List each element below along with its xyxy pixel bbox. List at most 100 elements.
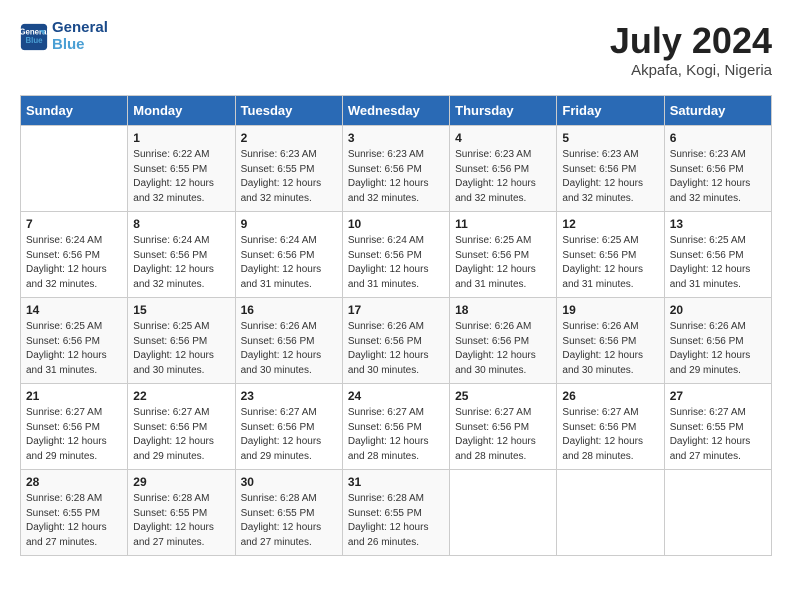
day-info: Sunrise: 6:27 AM Sunset: 6:56 PM Dayligh…	[26, 406, 122, 464]
day-info: Sunrise: 6:22 AM Sunset: 6:55 PM Dayligh…	[133, 148, 229, 206]
day-info: Sunrise: 6:23 AM Sunset: 6:56 PM Dayligh…	[348, 148, 444, 206]
day-number: 5	[562, 131, 658, 145]
calendar-cell	[21, 126, 128, 212]
day-info: Sunrise: 6:26 AM Sunset: 6:56 PM Dayligh…	[670, 320, 766, 378]
day-info: Sunrise: 6:26 AM Sunset: 6:56 PM Dayligh…	[455, 320, 551, 378]
day-number: 22	[133, 389, 229, 403]
calendar-cell: 3 Sunrise: 6:23 AM Sunset: 6:56 PM Daylig…	[342, 126, 449, 212]
calendar-cell: 16Sunrise: 6:26 AM Sunset: 6:56 PM Dayli…	[235, 298, 342, 384]
calendar-cell: 5 Sunrise: 6:23 AM Sunset: 6:56 PM Daylig…	[557, 126, 664, 212]
day-info: Sunrise: 6:24 AM Sunset: 6:56 PM Dayligh…	[26, 234, 122, 292]
day-info: Sunrise: 6:25 AM Sunset: 6:56 PM Dayligh…	[133, 320, 229, 378]
day-info: Sunrise: 6:25 AM Sunset: 6:56 PM Dayligh…	[562, 234, 658, 292]
calendar-cell: 23 Sunrise: 6:27 AM Sunset: 6:56 PM Dayli…	[235, 384, 342, 470]
day-number: 11	[455, 217, 551, 231]
day-number: 15	[133, 303, 229, 317]
logo-icon: General Blue	[20, 23, 48, 51]
day-number: 2	[241, 131, 337, 145]
calendar-cell: 15 Sunrise: 6:25 AM Sunset: 6:56 PM Dayli…	[128, 298, 235, 384]
day-number: 30	[241, 475, 337, 489]
day-info: Sunrise: 6:26 AM Sunset: 6:56 PM Dayligh…	[348, 320, 444, 378]
col-header-sunday: Sunday	[21, 96, 128, 126]
logo-general: General	[52, 20, 108, 37]
location: Akpafa, Kogi, Nigeria	[610, 62, 772, 79]
day-info: Sunrise: 6:24 AM Sunset: 6:56 PM Dayligh…	[348, 234, 444, 292]
day-info: Sunrise: 6:24 AM Sunset: 6:56 PM Dayligh…	[133, 234, 229, 292]
calendar-cell: 28 Sunrise: 6:28 AM Sunset: 6:55 PM Dayli…	[21, 470, 128, 556]
calendar-cell	[664, 470, 771, 556]
day-info: Sunrise: 6:28 AM Sunset: 6:55 PM Dayligh…	[26, 492, 122, 550]
calendar-cell: 11 Sunrise: 6:25 AM Sunset: 6:56 PM Dayli…	[450, 212, 557, 298]
page-header: General Blue General Blue July 2024 Akpa…	[20, 20, 772, 79]
calendar-cell: 8Sunrise: 6:24 AM Sunset: 6:56 PM Daylig…	[128, 212, 235, 298]
day-number: 12	[562, 217, 658, 231]
day-info: Sunrise: 6:27 AM Sunset: 6:56 PM Dayligh…	[241, 406, 337, 464]
day-number: 24	[348, 389, 444, 403]
day-info: Sunrise: 6:27 AM Sunset: 6:56 PM Dayligh…	[562, 406, 658, 464]
day-info: Sunrise: 6:28 AM Sunset: 6:55 PM Dayligh…	[241, 492, 337, 550]
day-number: 29	[133, 475, 229, 489]
day-number: 21	[26, 389, 122, 403]
day-number: 28	[26, 475, 122, 489]
col-header-wednesday: Wednesday	[342, 96, 449, 126]
day-number: 25	[455, 389, 551, 403]
day-info: Sunrise: 6:23 AM Sunset: 6:56 PM Dayligh…	[670, 148, 766, 206]
day-info: Sunrise: 6:25 AM Sunset: 6:56 PM Dayligh…	[455, 234, 551, 292]
day-info: Sunrise: 6:28 AM Sunset: 6:55 PM Dayligh…	[348, 492, 444, 550]
week-row-4: 21 Sunrise: 6:27 AM Sunset: 6:56 PM Dayli…	[21, 384, 772, 470]
day-number: 23	[241, 389, 337, 403]
calendar-cell: 4 Sunrise: 6:23 AM Sunset: 6:56 PM Daylig…	[450, 126, 557, 212]
logo-blue: Blue	[52, 37, 108, 54]
day-info: Sunrise: 6:23 AM Sunset: 6:55 PM Dayligh…	[241, 148, 337, 206]
month-title: July 2024	[610, 20, 772, 62]
calendar-cell: 2 Sunrise: 6:23 AM Sunset: 6:55 PM Daylig…	[235, 126, 342, 212]
calendar-table: SundayMondayTuesdayWednesdayThursdayFrid…	[20, 95, 772, 556]
week-row-2: 7Sunrise: 6:24 AM Sunset: 6:56 PM Daylig…	[21, 212, 772, 298]
day-info: Sunrise: 6:27 AM Sunset: 6:56 PM Dayligh…	[348, 406, 444, 464]
calendar-cell: 24 Sunrise: 6:27 AM Sunset: 6:56 PM Dayli…	[342, 384, 449, 470]
day-number: 27	[670, 389, 766, 403]
calendar-cell: 21 Sunrise: 6:27 AM Sunset: 6:56 PM Dayli…	[21, 384, 128, 470]
svg-text:Blue: Blue	[25, 36, 43, 45]
day-info: Sunrise: 6:23 AM Sunset: 6:56 PM Dayligh…	[562, 148, 658, 206]
col-header-monday: Monday	[128, 96, 235, 126]
week-row-1: 1 Sunrise: 6:22 AM Sunset: 6:55 PM Daylig…	[21, 126, 772, 212]
calendar-cell	[557, 470, 664, 556]
day-info: Sunrise: 6:26 AM Sunset: 6:56 PM Dayligh…	[562, 320, 658, 378]
day-number: 3	[348, 131, 444, 145]
day-number: 9	[241, 217, 337, 231]
day-info: Sunrise: 6:28 AM Sunset: 6:55 PM Dayligh…	[133, 492, 229, 550]
calendar-cell: 1 Sunrise: 6:22 AM Sunset: 6:55 PM Daylig…	[128, 126, 235, 212]
title-block: July 2024 Akpafa, Kogi, Nigeria	[610, 20, 772, 79]
calendar-cell: 7Sunrise: 6:24 AM Sunset: 6:56 PM Daylig…	[21, 212, 128, 298]
day-info: Sunrise: 6:27 AM Sunset: 6:56 PM Dayligh…	[133, 406, 229, 464]
day-number: 31	[348, 475, 444, 489]
calendar-cell: 29 Sunrise: 6:28 AM Sunset: 6:55 PM Dayli…	[128, 470, 235, 556]
day-info: Sunrise: 6:25 AM Sunset: 6:56 PM Dayligh…	[26, 320, 122, 378]
day-number: 14	[26, 303, 122, 317]
calendar-cell: 12 Sunrise: 6:25 AM Sunset: 6:56 PM Dayli…	[557, 212, 664, 298]
day-number: 16	[241, 303, 337, 317]
calendar-cell: 18Sunrise: 6:26 AM Sunset: 6:56 PM Dayli…	[450, 298, 557, 384]
day-number: 4	[455, 131, 551, 145]
calendar-cell: 22 Sunrise: 6:27 AM Sunset: 6:56 PM Dayli…	[128, 384, 235, 470]
day-info: Sunrise: 6:23 AM Sunset: 6:56 PM Dayligh…	[455, 148, 551, 206]
calendar-cell: 19Sunrise: 6:26 AM Sunset: 6:56 PM Dayli…	[557, 298, 664, 384]
logo: General Blue General Blue	[20, 20, 108, 53]
day-info: Sunrise: 6:27 AM Sunset: 6:56 PM Dayligh…	[455, 406, 551, 464]
day-number: 1	[133, 131, 229, 145]
calendar-cell: 6Sunrise: 6:23 AM Sunset: 6:56 PM Daylig…	[664, 126, 771, 212]
day-number: 26	[562, 389, 658, 403]
week-row-3: 14 Sunrise: 6:25 AM Sunset: 6:56 PM Dayli…	[21, 298, 772, 384]
calendar-cell: 10Sunrise: 6:24 AM Sunset: 6:56 PM Dayli…	[342, 212, 449, 298]
calendar-cell: 30 Sunrise: 6:28 AM Sunset: 6:55 PM Dayli…	[235, 470, 342, 556]
calendar-cell: 26 Sunrise: 6:27 AM Sunset: 6:56 PM Dayli…	[557, 384, 664, 470]
day-number: 20	[670, 303, 766, 317]
calendar-cell: 9Sunrise: 6:24 AM Sunset: 6:56 PM Daylig…	[235, 212, 342, 298]
calendar-cell: 17Sunrise: 6:26 AM Sunset: 6:56 PM Dayli…	[342, 298, 449, 384]
week-row-5: 28 Sunrise: 6:28 AM Sunset: 6:55 PM Dayli…	[21, 470, 772, 556]
day-info: Sunrise: 6:25 AM Sunset: 6:56 PM Dayligh…	[670, 234, 766, 292]
calendar-cell: 20 Sunrise: 6:26 AM Sunset: 6:56 PM Dayli…	[664, 298, 771, 384]
header-row: SundayMondayTuesdayWednesdayThursdayFrid…	[21, 96, 772, 126]
day-number: 13	[670, 217, 766, 231]
